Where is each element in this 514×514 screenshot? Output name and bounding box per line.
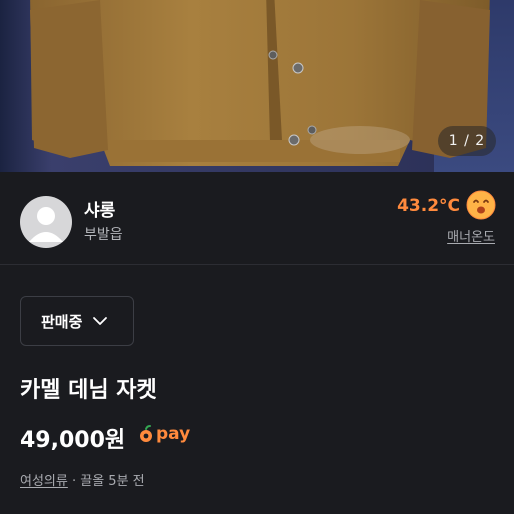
meta-separator: · (67, 474, 81, 489)
sale-status-dropdown[interactable]: 판매중 (20, 296, 134, 346)
product-photo[interactable]: 1 / 2 (0, 0, 514, 172)
pay-label: pay (156, 424, 191, 444)
seller-profile[interactable]: 샤롱 부발읍 43.2°C 매너온도 (0, 172, 514, 262)
avatar[interactable] (20, 196, 72, 248)
sale-status-label: 판매중 (41, 312, 83, 331)
product-category-link[interactable]: 여성의류 (20, 474, 68, 489)
seller-name: 샤롱 (84, 201, 116, 221)
jacket-image (30, 0, 490, 166)
product-title: 카멜 데님 자켓 (20, 378, 157, 403)
photo-page-indicator: 1 / 2 (438, 126, 496, 156)
smile-face-icon (466, 190, 496, 220)
pay-logo-icon (140, 425, 152, 442)
manner-temperature-link[interactable]: 매너온도 (447, 226, 495, 245)
product-price: 49,000원 (20, 428, 126, 453)
section-divider (0, 264, 514, 265)
bump-time: 끌올 5분 전 (80, 474, 145, 489)
manner-temperature: 43.2°C (397, 196, 460, 216)
avatar-placeholder-icon (29, 207, 63, 242)
pay-badge: pay (138, 424, 190, 444)
seller-location: 부발읍 (84, 227, 123, 243)
product-meta: 여성의류 · 끌올 5분 전 (20, 470, 145, 489)
chevron-down-icon (93, 317, 108, 325)
